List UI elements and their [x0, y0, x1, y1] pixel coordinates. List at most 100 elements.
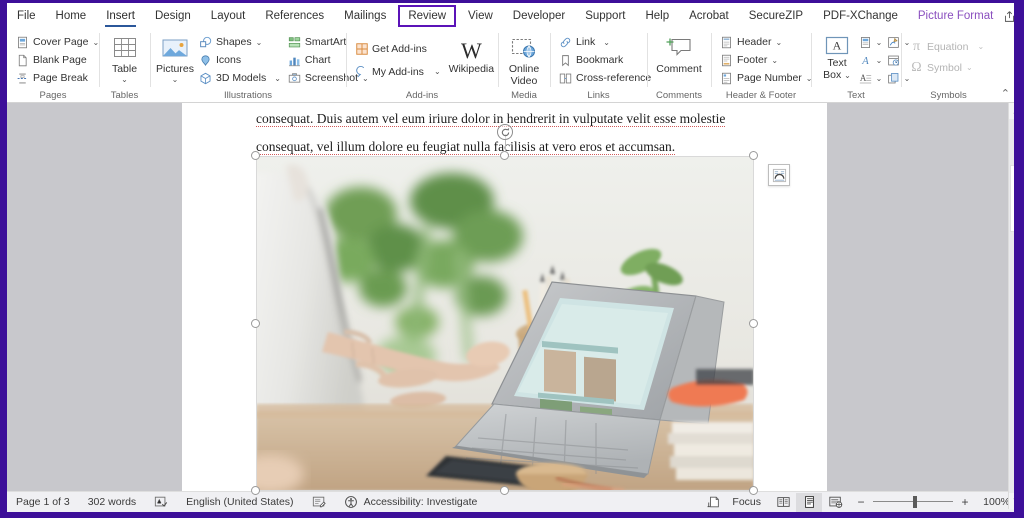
accessibility-status[interactable]: Accessibility: Investigate	[362, 492, 487, 513]
wordart-icon[interactable]: A	[856, 52, 874, 69]
text-box-button[interactable]: A Text Box ⌄	[816, 33, 856, 81]
group-body: Online Video	[503, 31, 545, 89]
accessibility-icon[interactable]	[335, 492, 362, 513]
tab-label: Support	[585, 10, 626, 22]
group-body: Cover Page ⌄ Blank Page Page Break	[12, 31, 99, 89]
chevron-down-icon[interactable]: ⌄	[874, 38, 884, 47]
tab-picture-format[interactable]: Picture Format	[908, 3, 1003, 29]
tab-developer[interactable]: Developer	[503, 3, 575, 29]
tab-mailings[interactable]: Mailings	[334, 3, 396, 29]
tab-pdf-xchange[interactable]: PDF-XChange	[813, 3, 908, 29]
equation-icon: π	[912, 38, 921, 54]
layout-options-button[interactable]	[768, 164, 790, 186]
comment-icon	[665, 34, 693, 64]
3d-models-button[interactable]: 3D Models ⌄	[195, 69, 284, 87]
zoom-slider[interactable]	[873, 496, 953, 508]
tab-help[interactable]: Help	[635, 3, 679, 29]
resize-handle-top-right[interactable]	[749, 151, 758, 160]
document-page[interactable]: consequat. Duis autem vel eum iriure dol…	[182, 103, 827, 509]
tab-label: PDF-XChange	[823, 10, 898, 22]
group-body: Pictures ⌄ Shapes ⌄ Icons 3D Models ⌄ Sm…	[155, 31, 369, 89]
link-icon	[558, 35, 573, 50]
tab-label: References	[265, 10, 325, 22]
group-body: Get Add-ins My Add-ins ⌄ W Wikipedia	[351, 31, 495, 89]
resize-handle-bottom-center[interactable]	[500, 486, 509, 495]
button-label: SmartArt	[304, 36, 347, 48]
web-layout-view[interactable]	[822, 493, 848, 512]
symbol-button[interactable]: Ω Symbol ⌄	[906, 57, 987, 78]
track-changes-icon[interactable]	[303, 492, 335, 513]
tab-label: Layout	[210, 10, 246, 22]
pictures-button[interactable]: Pictures ⌄	[155, 33, 195, 84]
tab-layout[interactable]: Layout	[201, 3, 256, 29]
selected-picture[interactable]	[251, 124, 790, 495]
resize-handle-middle-right[interactable]	[749, 319, 758, 328]
collapse-ribbon-button[interactable]: ⌃	[1001, 87, 1010, 100]
focus-icon[interactable]	[698, 492, 730, 513]
chevron-down-icon[interactable]: ⌄	[874, 56, 884, 65]
focus-button[interactable]: Focus	[730, 492, 770, 513]
tab-file[interactable]: File	[7, 3, 46, 29]
chevron-down-icon[interactable]: ⌄	[874, 74, 884, 83]
signature-line-icon[interactable]	[884, 34, 902, 51]
print-layout-view[interactable]	[796, 492, 822, 512]
rotate-handle-icon[interactable]	[497, 124, 513, 140]
proofing-errors-icon[interactable]	[145, 492, 177, 513]
wikipedia-button[interactable]: W Wikipedia	[449, 37, 495, 76]
window-frame-top	[0, 0, 1024, 3]
zoom-out-button[interactable]: −	[854, 495, 868, 509]
tab-label: Insert	[106, 10, 135, 22]
cross-reference-button[interactable]: Cross-reference	[555, 69, 654, 87]
resize-handle-top-left[interactable]	[251, 151, 260, 160]
page-break-button[interactable]: Page Break	[12, 69, 102, 87]
my-addins-button[interactable]: My Add-ins ⌄	[351, 60, 444, 83]
comment-button[interactable]: Comment	[652, 33, 706, 76]
resize-handle-bottom-right[interactable]	[749, 486, 758, 495]
equation-button[interactable]: π Equation ⌄	[906, 36, 987, 57]
blank-page-button[interactable]: Blank Page	[12, 51, 102, 69]
link-button[interactable]: Link ⌄	[555, 33, 654, 51]
tab-label: File	[17, 10, 36, 22]
resize-handle-middle-left[interactable]	[251, 319, 260, 328]
tab-support[interactable]: Support	[575, 3, 635, 29]
word-count[interactable]: 302 words	[79, 492, 145, 513]
online-video-button[interactable]: Online Video	[504, 33, 544, 87]
tab-design[interactable]: Design	[145, 3, 201, 29]
cover-page-button[interactable]: Cover Page ⌄	[12, 33, 102, 51]
page-number-button[interactable]: Page Number ⌄	[716, 69, 816, 87]
shapes-button[interactable]: Shapes ⌄	[195, 33, 284, 51]
drop-cap-icon[interactable]: A	[856, 70, 874, 87]
footer-button[interactable]: Footer ⌄	[716, 51, 816, 69]
resize-handle-top-center[interactable]	[500, 151, 509, 160]
ribbon-group-symbols: π Equation ⌄ Ω Symbol ⌄ Symbols	[901, 29, 996, 102]
svg-text:A: A	[859, 72, 866, 82]
zoom-slider-handle[interactable]	[913, 496, 917, 508]
language-indicator[interactable]: English (United States)	[177, 492, 302, 513]
tab-home[interactable]: Home	[46, 3, 97, 29]
cover-page-icon	[15, 35, 30, 50]
tab-references[interactable]: References	[255, 3, 334, 29]
ribbon-group-pages: Cover Page ⌄ Blank Page Page Break Pages	[7, 29, 99, 102]
button-label: Cross-reference	[576, 72, 652, 84]
tab-securezip[interactable]: SecureZIP	[739, 3, 813, 29]
get-addins-button[interactable]: Get Add-ins	[351, 37, 444, 60]
header-button[interactable]: Header ⌄	[716, 33, 816, 51]
resize-handle-bottom-left[interactable]	[251, 486, 260, 495]
zoom-in-button[interactable]: +	[958, 495, 972, 509]
tab-view[interactable]: View	[458, 3, 503, 29]
quick-parts-icon[interactable]	[856, 34, 874, 51]
bookmark-button[interactable]: Bookmark	[555, 51, 654, 69]
date-time-icon[interactable]	[884, 52, 902, 69]
group-label-header-footer: Header & Footer	[725, 90, 797, 101]
zoom-control[interactable]: − +	[848, 495, 978, 509]
icons-button[interactable]: Icons	[195, 51, 284, 69]
tab-acrobat[interactable]: Acrobat	[679, 3, 739, 29]
page-indicator[interactable]: Page 1 of 3	[7, 492, 79, 513]
button-label-line2: Box ⌄	[823, 68, 851, 81]
document-canvas[interactable]: consequat. Duis autem vel eum iriure dol…	[7, 103, 1014, 509]
object-icon[interactable]	[884, 70, 902, 87]
tab-review[interactable]: Review	[398, 5, 457, 27]
tab-insert[interactable]: Insert	[96, 3, 145, 29]
table-button[interactable]: Table ⌄	[105, 33, 145, 84]
read-mode-view[interactable]	[770, 493, 796, 512]
